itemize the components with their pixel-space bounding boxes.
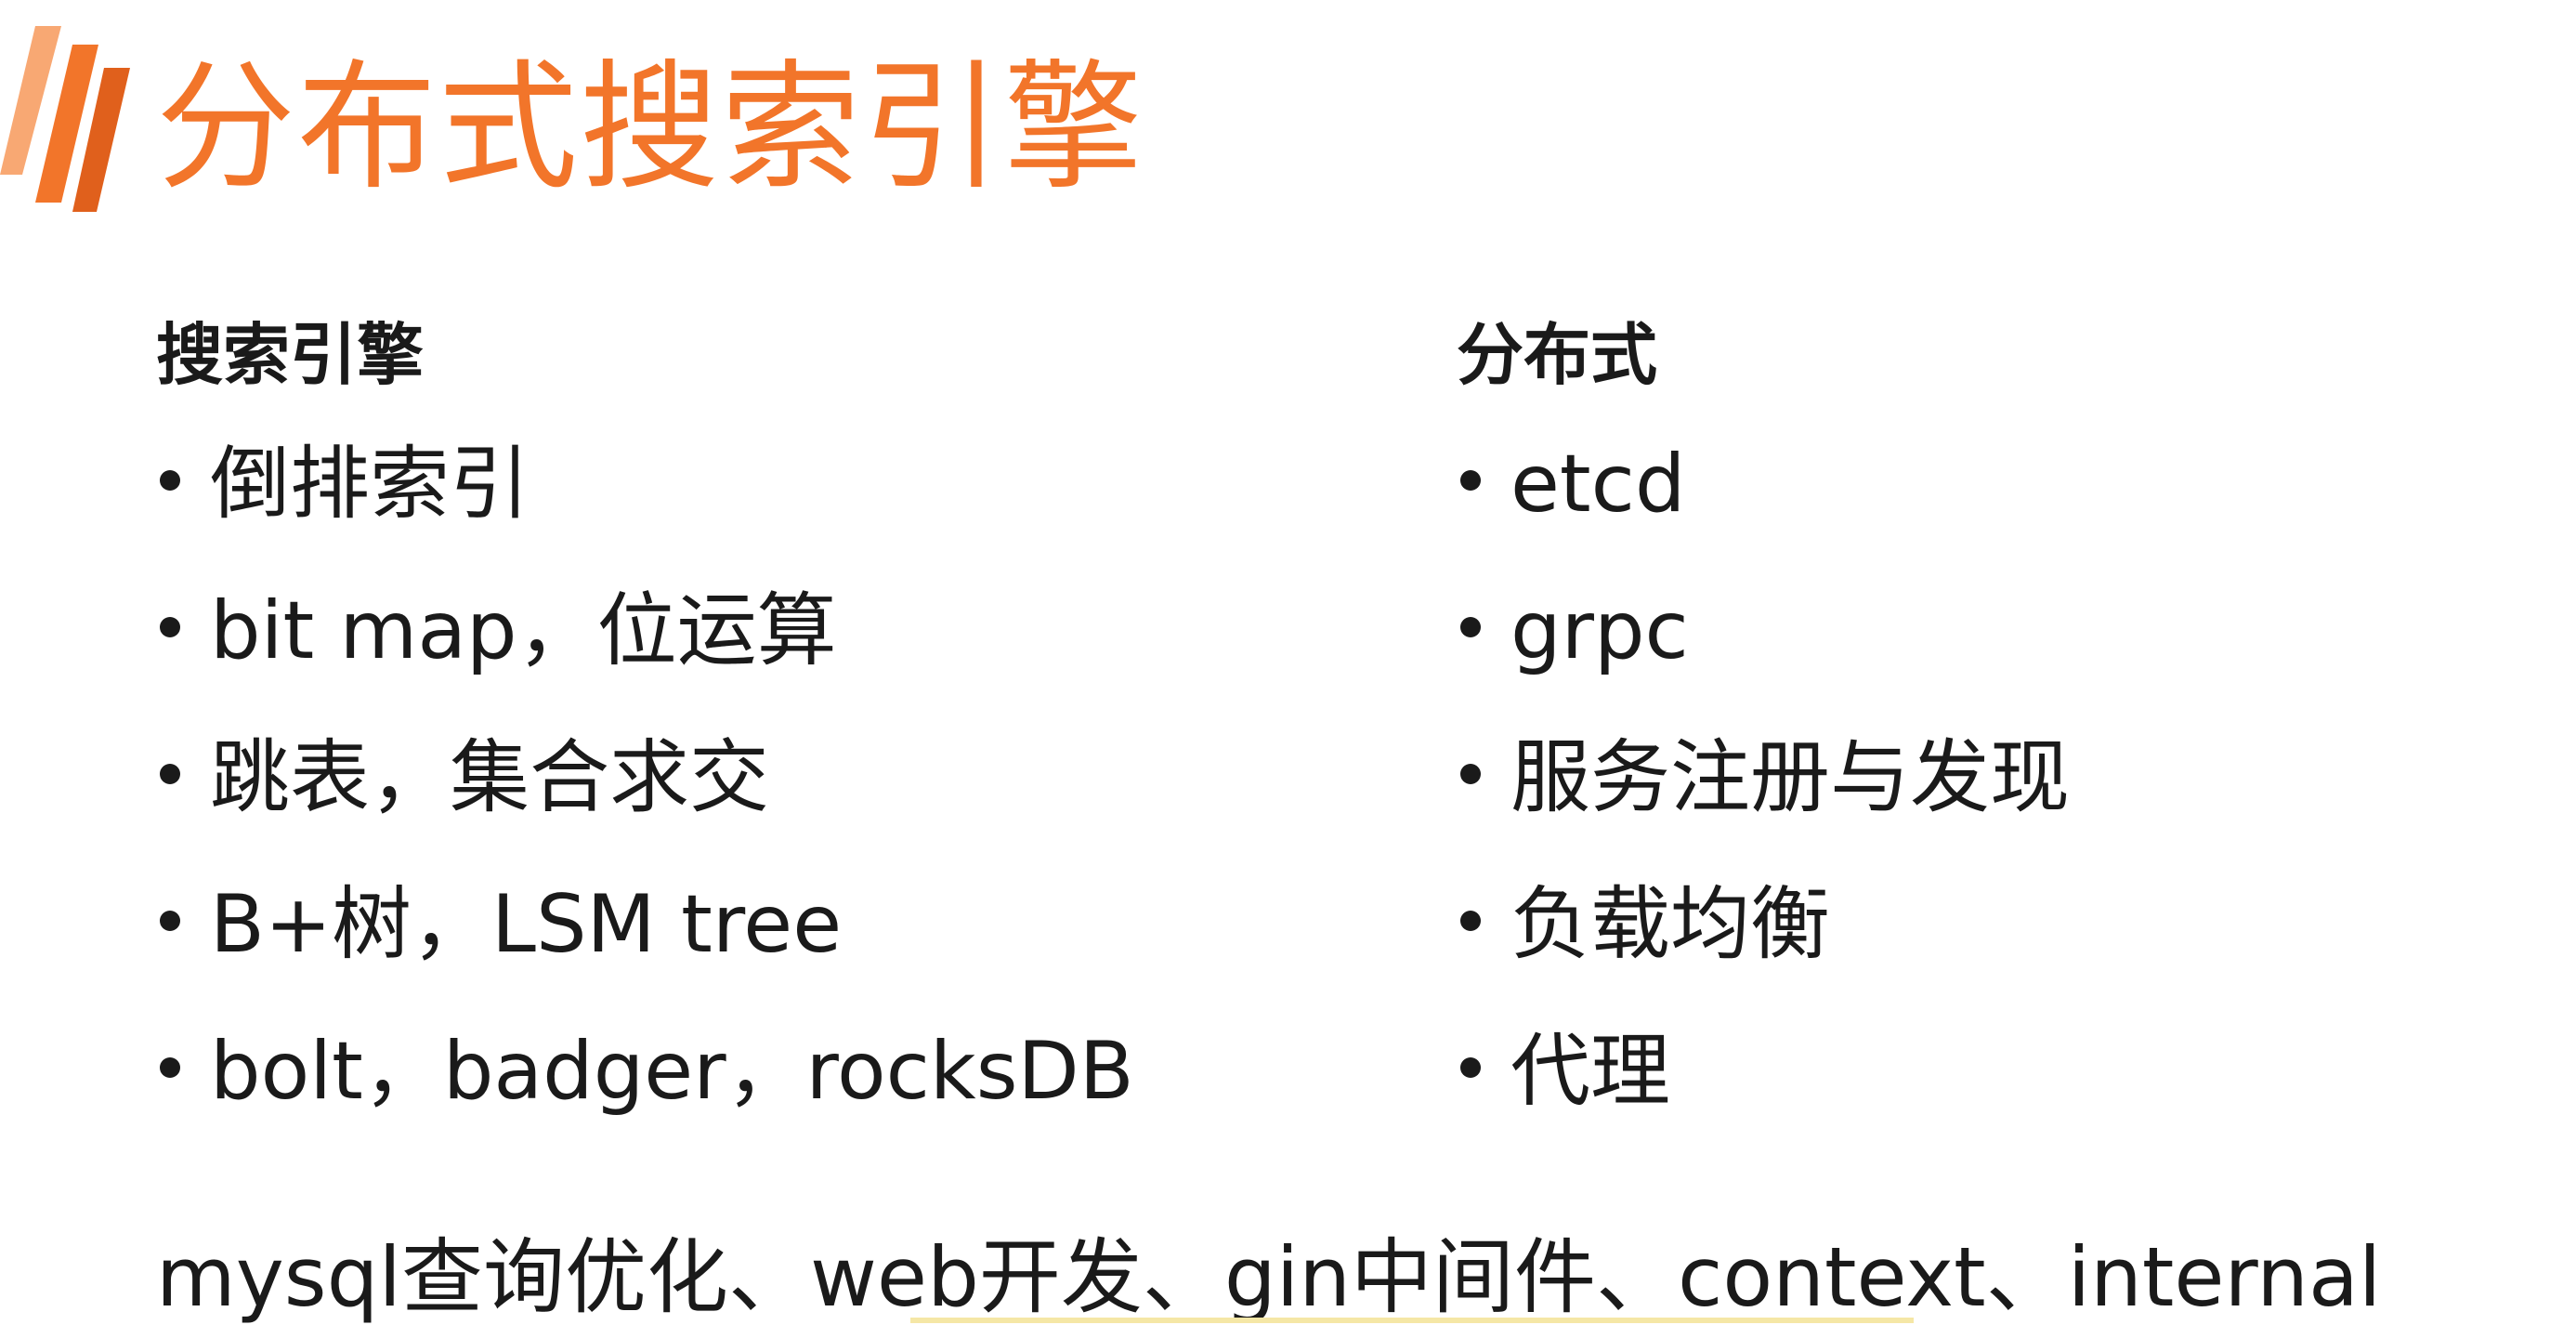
list-item: B+树，LSM tree — [156, 851, 1364, 998]
list-item-text: 代理 — [1510, 1025, 1670, 1118]
list-item: grpc — [1457, 558, 2478, 704]
bullet-dot-icon — [1460, 911, 1481, 931]
bullet-dot-icon — [1460, 1057, 1481, 1078]
list-item: bolt，badger，rocksDB — [156, 998, 1364, 1145]
list-item: 负载均衡 — [1457, 851, 2478, 998]
orange-stripes-logo-icon — [0, 26, 130, 212]
bullet-dot-icon — [160, 764, 180, 784]
bullet-dot-icon — [160, 617, 180, 637]
list-item: 代理 — [1457, 998, 2478, 1145]
list-item: etcd — [1457, 411, 2478, 558]
left-column: 搜索引擎 倒排索引 bit map，位运算 跳表，集合求交 B+树，LSM tr… — [156, 299, 1364, 1145]
list-item: bit map，位运算 — [156, 558, 1364, 704]
list-item-text: bolt，badger，rocksDB — [210, 1025, 1134, 1118]
left-bullet-list: 倒排索引 bit map，位运算 跳表，集合求交 B+树，LSM tree bo… — [156, 411, 1364, 1145]
bullet-dot-icon — [160, 911, 180, 931]
bullet-dot-icon — [160, 1057, 180, 1078]
left-column-heading: 搜索引擎 — [156, 316, 425, 394]
right-bullet-list: etcd grpc 服务注册与发现 负载均衡 代理 — [1457, 411, 2478, 1145]
bullet-dot-icon — [1460, 617, 1481, 637]
list-item-text: etcd — [1510, 438, 1686, 531]
highlight-underline — [910, 1318, 1914, 1323]
list-item: 倒排索引 — [156, 411, 1364, 558]
slide: 分布式搜索引擎 搜索引擎 倒排索引 bit map，位运算 跳表，集合求交 B+… — [0, 0, 2576, 1328]
list-item-text: 负载均衡 — [1510, 878, 1830, 971]
list-item: 服务注册与发现 — [1457, 704, 2478, 851]
bullet-dot-icon — [160, 470, 180, 491]
page-title: 分布式搜索引擎 — [156, 47, 1145, 209]
list-item-text: 倒排索引 — [210, 438, 530, 531]
list-item: 跳表，集合求交 — [156, 704, 1364, 851]
right-column: 分布式 etcd grpc 服务注册与发现 负载均衡 代理 — [1457, 299, 2478, 1145]
bullet-dot-icon — [1460, 764, 1481, 784]
list-item-text: bit map，位运算 — [210, 584, 837, 677]
right-column-heading: 分布式 — [1457, 316, 1658, 394]
list-item-text: 跳表，集合求交 — [210, 731, 769, 824]
list-item-text: B+树，LSM tree — [210, 878, 843, 971]
list-item-text: grpc — [1510, 584, 1689, 677]
list-item-text: 服务注册与发现 — [1510, 731, 2070, 824]
bullet-dot-icon — [1460, 470, 1481, 491]
